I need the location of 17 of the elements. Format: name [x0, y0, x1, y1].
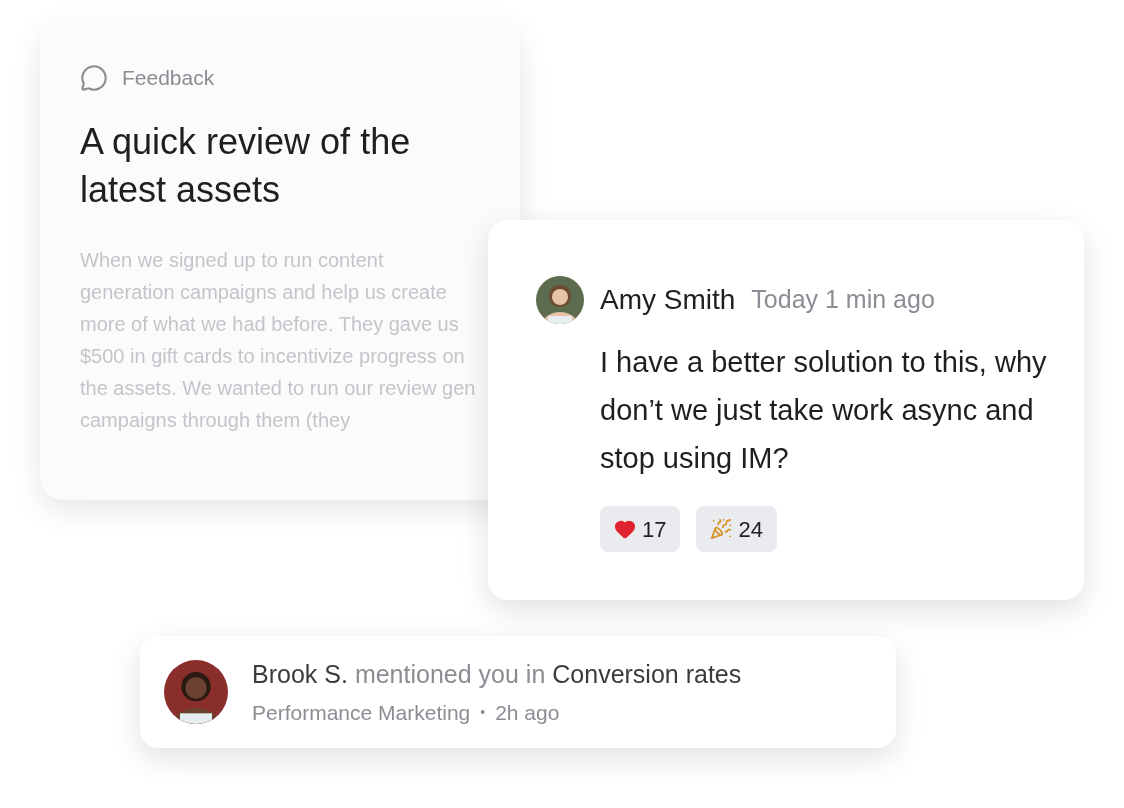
reaction-button[interactable]: 17 — [600, 506, 681, 552]
heart-icon — [614, 518, 636, 540]
channel-name: Performance Marketing — [252, 700, 471, 726]
comment-message: I have a better solution to this, why don’t we just take work async and stop using IM? — [600, 345, 1048, 476]
card-body: When we signed up to run content generation campaigns and help us create more of what we had before. They gave us $500 in gift cards to incentivize progress on the assets. We wanted to run our review gen campaigns through them (they — [80, 247, 477, 433]
card-label: Feedback — [122, 65, 215, 91]
author-name: Amy Smith — [600, 283, 736, 317]
reaction-button[interactable]: 24 — [696, 506, 777, 552]
chat-bubble-icon — [80, 63, 108, 92]
target-name: Conversion rates — [552, 658, 742, 690]
party-popper-icon — [710, 518, 733, 540]
actor-name: Brook S. — [252, 658, 348, 690]
comment-time: Today 1 min ago — [751, 284, 935, 316]
notification-action: mentioned you in — [354, 658, 546, 690]
separator-dot: • — [480, 703, 486, 723]
notification-time: 2h ago — [495, 700, 560, 726]
card-title: A quick review of the latest assets — [80, 119, 412, 212]
